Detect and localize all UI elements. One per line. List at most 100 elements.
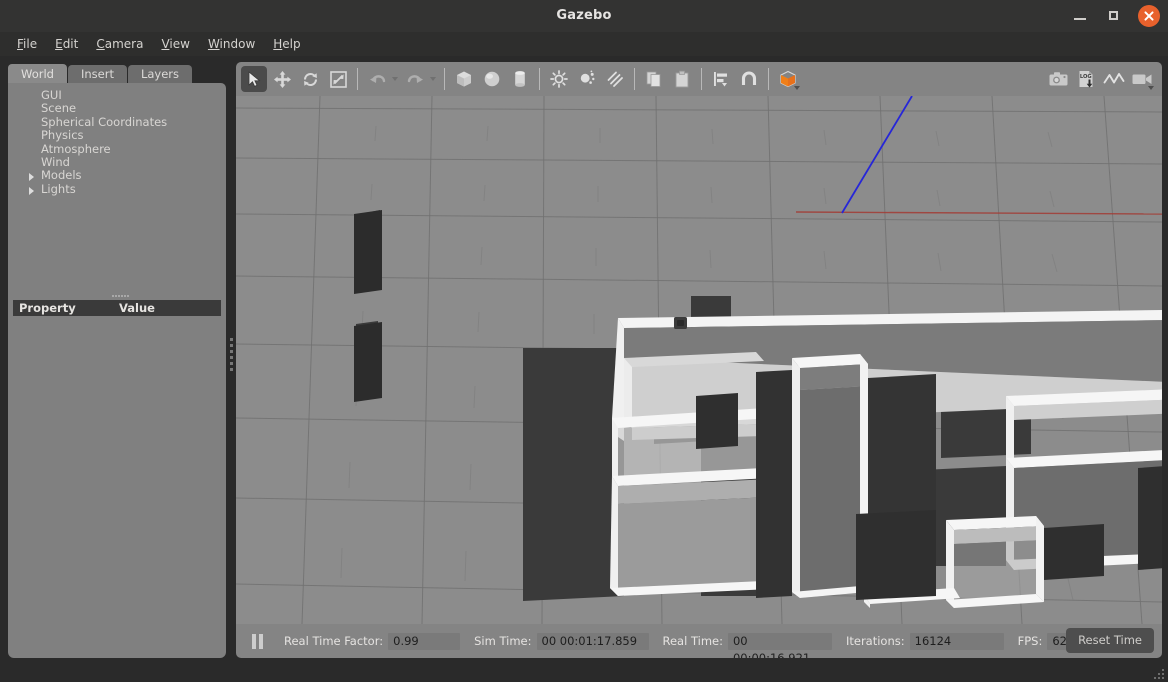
pause-button[interactable] — [244, 628, 270, 654]
menu-camera-mnemonic: C — [96, 37, 104, 51]
panel-splitter-handle[interactable] — [112, 294, 136, 299]
rotate-arrows-icon — [301, 70, 320, 89]
select-mode-button[interactable] — [241, 66, 267, 92]
point-light-icon — [549, 69, 569, 89]
copy-button[interactable] — [641, 66, 667, 92]
insert-spot-light-button[interactable] — [574, 66, 600, 92]
plot-button[interactable] — [1101, 66, 1127, 92]
real-time-value: 00 00:00:16.921 — [728, 633, 832, 650]
tree-item-physics[interactable]: Physics — [8, 129, 226, 142]
value-column-header: Value — [119, 301, 155, 315]
insert-point-light-button[interactable] — [546, 66, 572, 92]
tree-item-spherical-coordinates[interactable]: Spherical Coordinates — [8, 116, 226, 129]
menu-view-rest: iew — [169, 37, 190, 51]
grip-dot — [1158, 673, 1160, 675]
insert-sphere-button[interactable] — [479, 66, 505, 92]
left-panel: World Insert Layers GUI Scene Spherical … — [8, 62, 226, 658]
tab-insert[interactable]: Insert — [68, 65, 127, 84]
menu-camera[interactable]: Camera — [87, 35, 152, 53]
main-toolbar: LOG — [236, 62, 1162, 96]
grip-dot — [230, 368, 233, 371]
translate-mode-button[interactable] — [269, 66, 295, 92]
maximize-icon — [1109, 11, 1118, 20]
grip-dot — [230, 356, 233, 359]
chevron-down-icon[interactable] — [794, 86, 800, 90]
rotate-mode-button[interactable] — [297, 66, 323, 92]
maze-wall-lower-mid — [946, 516, 1044, 608]
tree-item-lights[interactable]: Lights — [8, 183, 226, 196]
record-video-button[interactable] — [1129, 66, 1155, 92]
chevron-right-icon[interactable] — [29, 173, 34, 181]
menu-camera-rest: amera — [105, 37, 144, 51]
menu-window[interactable]: Window — [199, 35, 264, 53]
main-area: LOG — [236, 62, 1162, 658]
toolbar-separator — [768, 68, 769, 90]
minimize-button[interactable] — [1070, 6, 1090, 26]
menu-file[interactable]: File — [8, 35, 46, 53]
undo-button[interactable] — [364, 66, 390, 92]
redo-dropdown[interactable] — [430, 77, 436, 81]
reset-time-button[interactable]: Reset Time — [1066, 628, 1154, 653]
tree-item-models-label: Models — [41, 168, 82, 182]
insert-directional-light-button[interactable] — [602, 66, 628, 92]
tree-item-lights-label: Lights — [41, 182, 76, 196]
log-button[interactable]: LOG — [1073, 66, 1099, 92]
align-button[interactable] — [708, 66, 734, 92]
menu-bar: File Edit Camera View Window Help — [0, 32, 1168, 56]
cube-icon — [454, 69, 474, 89]
grip-dot — [112, 295, 114, 297]
world-tree-panel: GUI Scene Spherical Coordinates Physics … — [8, 83, 226, 658]
paste-button[interactable] — [669, 66, 695, 92]
grip-dot — [230, 338, 233, 341]
view-transparency-button[interactable] — [775, 66, 801, 92]
real-time-factor-label: Real Time Factor: — [284, 634, 383, 648]
sphere-icon — [482, 69, 502, 89]
tree-item-atmosphere[interactable]: Atmosphere — [8, 143, 226, 156]
property-column-header: Property — [13, 301, 119, 315]
maximize-button[interactable] — [1104, 6, 1124, 26]
chevron-right-icon[interactable] — [29, 187, 34, 195]
snap-button[interactable] — [736, 66, 762, 92]
menu-help[interactable]: Help — [264, 35, 309, 53]
menu-view[interactable]: View — [152, 35, 198, 53]
grip-dot — [124, 295, 126, 297]
resize-grip[interactable] — [1151, 666, 1164, 679]
minimize-icon — [1074, 18, 1086, 20]
align-icon — [711, 69, 731, 89]
tree-item-scene[interactable]: Scene — [8, 102, 226, 115]
sim-time-label: Sim Time: — [474, 634, 531, 648]
toolbar-separator — [701, 68, 702, 90]
scene-render — [236, 96, 1162, 624]
toolbar-separator — [539, 68, 540, 90]
insert-box-button[interactable] — [451, 66, 477, 92]
tab-world[interactable]: World — [8, 64, 67, 84]
tree-item-models[interactable]: Models — [8, 169, 226, 182]
vertical-splitter[interactable] — [226, 62, 236, 658]
scale-arrows-icon — [329, 70, 348, 89]
world-tree: GUI Scene Spherical Coordinates Physics … — [8, 89, 226, 196]
menu-edit[interactable]: Edit — [46, 35, 87, 53]
grip-dot — [230, 362, 233, 365]
screenshot-button[interactable] — [1045, 66, 1071, 92]
tab-layers[interactable]: Layers — [128, 65, 192, 84]
tree-item-gui[interactable]: GUI — [8, 89, 226, 102]
real-time-label: Real Time: — [663, 634, 723, 648]
redo-arrow-icon — [406, 71, 425, 88]
chevron-down-icon[interactable] — [1148, 86, 1154, 90]
undo-dropdown[interactable] — [392, 77, 398, 81]
left-panel-tabs: World Insert Layers — [8, 62, 193, 84]
tree-item-wind[interactable]: Wind — [8, 156, 226, 169]
redo-button[interactable] — [402, 66, 428, 92]
paste-icon — [672, 69, 692, 89]
close-button[interactable] — [1138, 5, 1160, 27]
grip-dot — [1162, 669, 1164, 671]
menu-help-rest: elp — [282, 37, 300, 51]
fps-label: FPS: — [1018, 634, 1043, 648]
copy-icon — [644, 69, 664, 89]
scale-mode-button[interactable] — [325, 66, 351, 92]
svg-text:LOG: LOG — [1080, 74, 1092, 80]
3d-viewport[interactable] — [236, 96, 1162, 624]
cylinder-icon — [510, 69, 530, 89]
grip-dot — [1162, 677, 1164, 679]
insert-cylinder-button[interactable] — [507, 66, 533, 92]
